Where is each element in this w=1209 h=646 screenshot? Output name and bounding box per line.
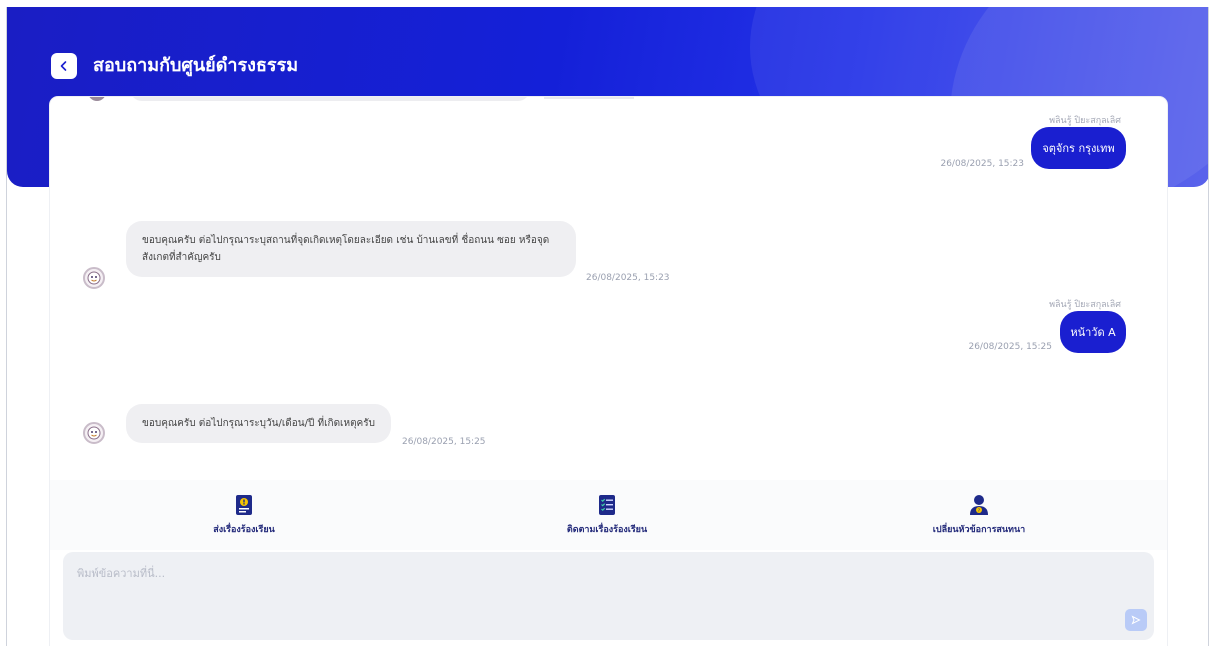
message-bubble-previous — [130, 97, 530, 101]
action-label: ส่งเรื่องร้องเรียน — [213, 525, 275, 535]
person-question-icon: ? — [970, 495, 988, 515]
robot-face-icon — [87, 271, 101, 285]
submit-complaint-button[interactable]: ส่งเรื่องร้องเรียน — [164, 494, 324, 540]
message-time: 26/08/2025, 15:23 — [586, 273, 670, 283]
back-button[interactable] — [51, 53, 77, 79]
action-label: ติดตามเรื่องร้องเรียน — [566, 525, 648, 535]
bot-avatar — [83, 267, 105, 289]
chat-panel: พลินรู้ ปิยะสกุลเลิศ จตุจักร กรุงเทพ 26/… — [50, 97, 1167, 646]
checklist-document-icon — [599, 495, 615, 515]
track-complaint-button[interactable]: ติดตามเรื่องร้องเรียน — [527, 494, 687, 540]
message-bubble-incoming: ขอบคุณครับ ต่อไปกรุณาระบุวัน/เดือน/ปี ที… — [126, 404, 391, 443]
complaint-document-icon — [236, 495, 252, 515]
bot-avatar-previous — [88, 97, 106, 101]
message-bubble-outgoing: หน้าวัด A — [1060, 311, 1126, 353]
message-composer — [63, 552, 1154, 640]
message-time: 26/08/2025, 15:25 — [402, 437, 486, 447]
page-title: สอบถามกับศูนย์ดำรงธรรม — [93, 55, 299, 76]
message-sender: พลินรู้ ปิยะสกุลเลิศ — [1049, 300, 1121, 310]
send-icon — [1131, 615, 1141, 625]
message-list[interactable]: พลินรู้ ปิยะสกุลเลิศ จตุจักร กรุงเทพ 26/… — [50, 97, 1167, 477]
app-frame: สอบถามกับศูนย์ดำรงธรรม พลินรู้ ปิยะสกุลเ… — [6, 7, 1209, 646]
change-topic-button[interactable]: ? เปลี่ยนหัวข้อการสนทนา — [899, 494, 1059, 540]
message-sender: พลินรู้ ปิยะสกุลเลิศ — [1049, 116, 1121, 126]
message-time: 26/08/2025, 15:25 — [968, 342, 1052, 352]
action-label: เปลี่ยนหัวข้อการสนทนา — [932, 525, 1026, 535]
message-bubble-incoming: ขอบคุณครับ ต่อไปกรุณาระบุสถานที่จุดเกิดเ… — [126, 221, 576, 277]
send-button[interactable] — [1125, 609, 1147, 631]
message-bubble-outgoing: จตุจักร กรุงเทพ — [1031, 127, 1126, 169]
message-input[interactable] — [63, 552, 1123, 640]
bot-avatar — [83, 422, 105, 444]
quick-actions-bar: ส่งเรื่องร้องเรียน ติดตามเรื่องร้องเรียน… — [50, 480, 1167, 550]
robot-face-icon — [87, 426, 101, 440]
chevron-left-icon — [60, 61, 67, 71]
message-time: 26/08/2025, 15:23 — [940, 159, 1024, 169]
